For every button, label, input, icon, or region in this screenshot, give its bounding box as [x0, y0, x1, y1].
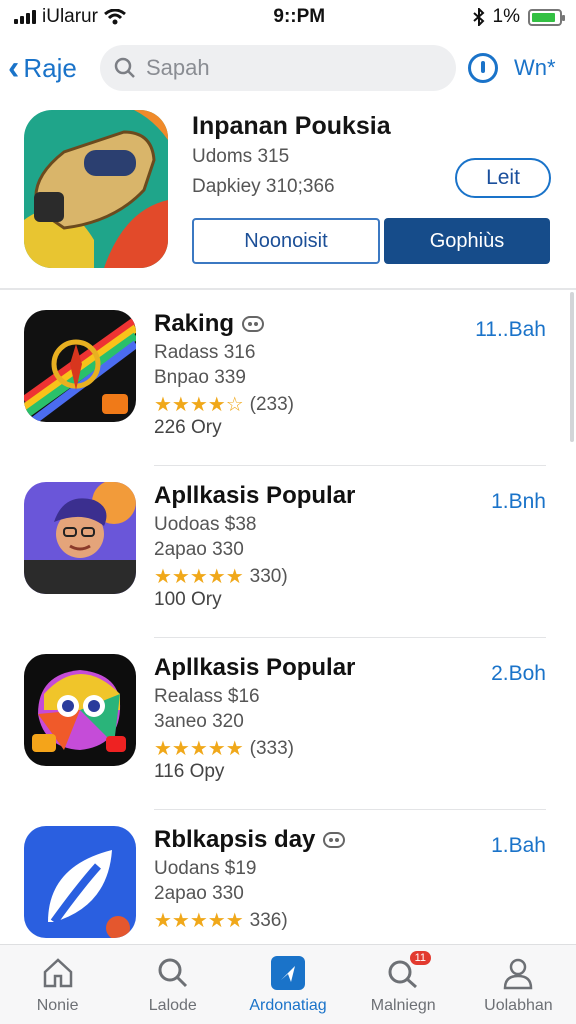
- gamepad-icon: [323, 832, 346, 848]
- status-time: 9::PM: [273, 6, 326, 27]
- item-divider: [154, 808, 546, 810]
- app-size: 116 Opy: [154, 761, 225, 782]
- app-detail-2: Bnpao 339: [154, 367, 246, 388]
- app-name-text: Rblkapsis day: [154, 826, 316, 853]
- featured-app-icon[interactable]: [24, 110, 168, 268]
- rating-row: ★★★★★ 336): [154, 908, 288, 933]
- get-button[interactable]: Leit: [455, 158, 551, 198]
- rating-count: (333): [249, 737, 295, 759]
- price-button[interactable]: 1.Bnh: [491, 490, 546, 514]
- app-detail-1: Uodoas $38: [154, 514, 257, 535]
- gamepad-icon: [242, 316, 265, 332]
- rating-count: 330): [249, 565, 288, 587]
- tab-search-badge[interactable]: Malniegn 11: [346, 945, 461, 1024]
- bluetooth-icon: [472, 8, 484, 26]
- carrier-label: iUlarur: [42, 6, 98, 27]
- rating-stars: ★★★★★: [154, 738, 244, 760]
- chevron-left-icon: ‹: [8, 49, 20, 87]
- signal-icon: [14, 10, 36, 24]
- notification-badge: 11: [409, 951, 432, 965]
- tab-label: Malniegn: [370, 997, 436, 1014]
- section-divider: [0, 288, 576, 290]
- app-name-text: Apllkasis Popular: [154, 654, 356, 681]
- search-input[interactable]: Sapah: [100, 45, 456, 91]
- price-button[interactable]: 1.Bah: [491, 834, 546, 858]
- rating-count: 336): [249, 909, 288, 931]
- tab-bar: Nonie Lalode Ardonatiag Malniegn 11 Uola…: [0, 944, 576, 1024]
- home-icon: [40, 955, 76, 991]
- featured-solid-button[interactable]: Gophiùs: [384, 218, 550, 264]
- status-right: 1%: [472, 6, 565, 28]
- app-name-text: Raking: [154, 310, 235, 337]
- tab-home[interactable]: Nonie: [0, 945, 115, 1024]
- app-size: 100 Ory: [154, 589, 222, 610]
- rating-stars: ★★★★★: [154, 910, 244, 932]
- tab-label: Lalode: [148, 997, 197, 1014]
- tab-label: Uolabhan: [484, 997, 553, 1014]
- battery-icon: [528, 8, 565, 26]
- tab-label: Nonie: [36, 997, 79, 1014]
- list-item[interactable]: Raking Radass 316 Bnpao 339 ★★★★☆ (233) …: [0, 296, 576, 466]
- price-button[interactable]: 11..Bah: [475, 318, 546, 342]
- tab-label: Ardonatiag: [249, 997, 327, 1014]
- app-detail-1: Radass 316: [154, 342, 256, 363]
- search-icon: [114, 57, 135, 78]
- compass-rainbow-icon[interactable]: [24, 310, 136, 422]
- item-divider: [154, 464, 546, 466]
- rating-count: (233): [249, 393, 295, 415]
- item-divider: [154, 636, 546, 638]
- app-detail-1: Realass $16: [154, 686, 260, 707]
- app-name: Rblkapsis day: [154, 826, 346, 854]
- app-name-text: Apllkasis Popular: [154, 482, 356, 509]
- tab-profile[interactable]: Uolabhan: [461, 945, 576, 1024]
- avatar-character-icon[interactable]: [24, 482, 136, 594]
- nav-right-button[interactable]: Wn*: [514, 55, 556, 81]
- nav-bar: ‹ Raje Sapah Wn*: [0, 40, 576, 96]
- featured-outline-button[interactable]: Noonoisit: [192, 218, 380, 264]
- search-placeholder: Sapah: [146, 55, 210, 80]
- list-item[interactable]: Apllkasis Popular Uodoas $38 2apao 330 ★…: [0, 468, 576, 638]
- back-label: Raje: [23, 52, 77, 83]
- rating-row: ★★★★★ (333): [154, 736, 294, 761]
- rating-row: ★★★★☆ (233): [154, 392, 294, 417]
- info-icon[interactable]: [468, 53, 498, 83]
- app-detail-2: 3aneo 320: [154, 711, 244, 732]
- app-size: 226 Ory: [154, 417, 222, 438]
- rating-row: ★★★★★ 330): [154, 564, 288, 589]
- rating-stars: ★★★★☆: [154, 394, 244, 416]
- battery-fill: [532, 12, 556, 22]
- featured-title: Inpanan Pouksia: [192, 112, 391, 140]
- search-icon: [155, 955, 191, 991]
- app-name: Apllkasis Popular: [154, 482, 355, 510]
- arrow-icon: [270, 955, 306, 991]
- app-detail-2: 2apao 330: [154, 883, 244, 904]
- back-button[interactable]: ‹ Raje: [8, 51, 100, 85]
- status-left: iUlarur: [14, 6, 126, 28]
- wifi-icon: [104, 9, 126, 25]
- featured-app: Inpanan Pouksia Udoms 315 Dapkiey 310;36…: [0, 106, 576, 284]
- price-button[interactable]: 2.Boh: [491, 662, 546, 686]
- app-detail-2: 2apao 330: [154, 539, 244, 560]
- blue-leaf-icon[interactable]: [24, 826, 136, 938]
- colorful-monster-icon[interactable]: [24, 654, 136, 766]
- rating-stars: ★★★★★: [154, 566, 244, 588]
- list-item[interactable]: Apllkasis Popular Realass $16 3aneo 320 …: [0, 640, 576, 810]
- featured-detail: Dapkiey 310;366: [192, 176, 335, 197]
- tab-search[interactable]: Lalode: [115, 945, 230, 1024]
- profile-icon: [500, 955, 536, 991]
- app-name: Raking: [154, 310, 265, 338]
- app-detail-1: Uodans $19: [154, 858, 257, 879]
- tab-arrow[interactable]: Ardonatiag: [230, 945, 345, 1024]
- app-name: Apllkasis Popular: [154, 654, 355, 682]
- status-bar: iUlarur 9::PM 1%: [0, 0, 576, 34]
- featured-subtitle: Udoms 315: [192, 146, 290, 167]
- battery-percent: 1%: [492, 6, 520, 27]
